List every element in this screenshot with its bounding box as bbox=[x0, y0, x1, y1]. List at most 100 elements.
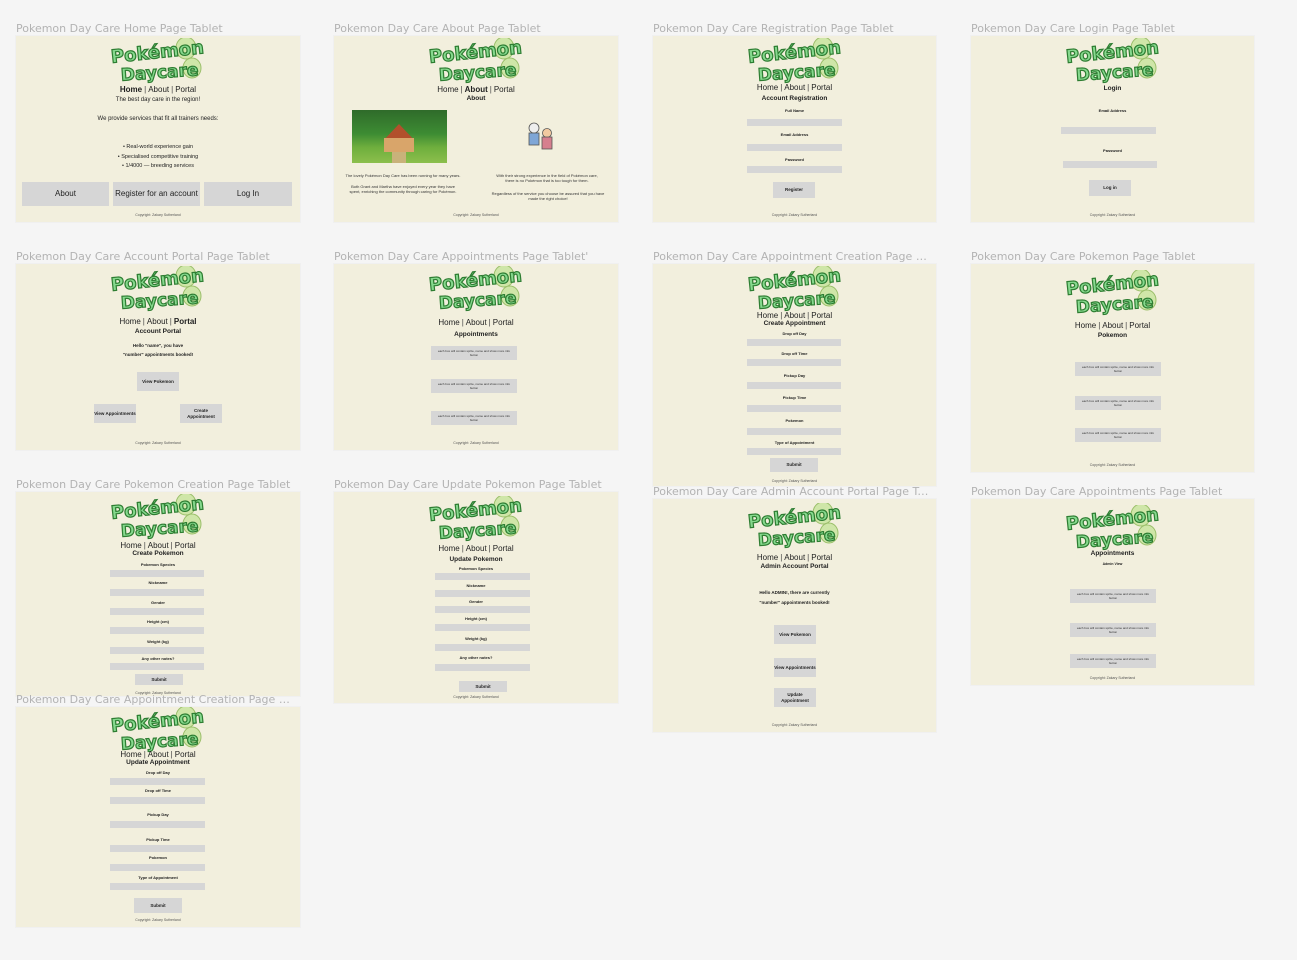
appointment-card[interactable]: each box will contain sprite, name and s… bbox=[1070, 654, 1156, 668]
weight-field[interactable] bbox=[110, 647, 204, 654]
nav-about[interactable]: About bbox=[148, 85, 169, 94]
pickup-day-field[interactable] bbox=[747, 382, 841, 389]
frame-title-registration: Pokemon Day Care Registration Page Table… bbox=[653, 22, 894, 35]
view-pokemon-button[interactable]: View Pokemon bbox=[137, 372, 179, 391]
appointment-card[interactable]: each box will contain sprite, name and s… bbox=[431, 379, 517, 393]
appointment-card[interactable]: each box will contain sprite, name and s… bbox=[431, 346, 517, 360]
about-button[interactable]: About bbox=[22, 182, 109, 206]
nav-sep: | bbox=[460, 85, 463, 94]
nav-about[interactable]: About bbox=[147, 317, 168, 326]
nav-about[interactable]: About bbox=[465, 85, 488, 94]
appointment-card[interactable]: each box will contain sprite, name and s… bbox=[1070, 623, 1156, 637]
nickname-field[interactable] bbox=[435, 590, 530, 597]
nav-portal[interactable]: Portal bbox=[493, 318, 514, 327]
nav-about[interactable]: About bbox=[784, 553, 805, 562]
dropoff-day-field[interactable] bbox=[110, 778, 205, 785]
nav-home[interactable]: Home bbox=[119, 317, 140, 326]
height-field[interactable] bbox=[110, 627, 204, 634]
appointment-card[interactable]: each box will contain sprite, name and s… bbox=[431, 411, 517, 425]
page-title: Account Registration bbox=[761, 95, 828, 102]
nav-portal[interactable]: Portal bbox=[175, 85, 196, 94]
password-field[interactable] bbox=[747, 166, 842, 173]
appointment-type-field[interactable] bbox=[110, 883, 205, 890]
nav-portal[interactable]: Portal bbox=[175, 541, 196, 550]
species-field[interactable] bbox=[435, 573, 530, 580]
nav-home[interactable]: Home bbox=[1075, 321, 1096, 330]
nav-home[interactable]: Home bbox=[757, 311, 778, 320]
submit-button[interactable]: Submit bbox=[459, 681, 507, 692]
nav-home[interactable]: Home bbox=[757, 83, 778, 92]
trainers-sprite-image bbox=[528, 122, 553, 150]
gender-field[interactable] bbox=[110, 608, 204, 615]
pickup-time-field[interactable] bbox=[747, 405, 841, 412]
notes-field[interactable] bbox=[110, 663, 204, 670]
nav-home[interactable]: Home bbox=[437, 85, 458, 94]
view-appointments-button[interactable]: View Appointments bbox=[94, 404, 136, 423]
nav-portal[interactable]: Portal bbox=[811, 311, 832, 320]
nav-portal[interactable]: Portal bbox=[1129, 321, 1150, 330]
notes-field[interactable] bbox=[435, 664, 530, 671]
dropoff-time-field[interactable] bbox=[747, 359, 841, 366]
nav-about[interactable]: About bbox=[466, 318, 487, 327]
login-button[interactable]: Log In bbox=[204, 182, 292, 206]
nav-portal[interactable]: Portal bbox=[811, 553, 832, 562]
gender-field[interactable] bbox=[435, 606, 530, 613]
submit-button[interactable]: Submit bbox=[134, 898, 182, 913]
field-label: Weight (kg) bbox=[147, 639, 169, 644]
nav-portal[interactable]: Portal bbox=[175, 750, 196, 759]
nav-about[interactable]: About bbox=[148, 541, 169, 550]
nav-home[interactable]: Home bbox=[120, 85, 142, 94]
register-button[interactable]: Register for an account bbox=[113, 182, 200, 206]
nav-about[interactable]: About bbox=[1102, 321, 1123, 330]
submit-button[interactable]: Submit bbox=[135, 674, 183, 685]
nav-about[interactable]: About bbox=[784, 83, 805, 92]
email-field[interactable] bbox=[747, 144, 842, 151]
create-appointment-button[interactable]: Create Appointment bbox=[180, 404, 222, 423]
pokemon-daycare-logo: Pokémon Daycare bbox=[109, 707, 205, 753]
about-text-left-1: The lovely Pokémon Day Care has been run… bbox=[345, 173, 461, 178]
field-label: Pickup Day bbox=[147, 812, 169, 817]
frame-about: Pokémon Daycare Home | About | Portal About … bbox=[334, 36, 618, 222]
weight-field[interactable] bbox=[435, 644, 530, 651]
pokemon-field[interactable] bbox=[110, 864, 205, 871]
update-appointment-button[interactable]: Update Appointment bbox=[774, 688, 816, 707]
view-pokemon-button[interactable]: View Pokemon bbox=[774, 625, 816, 644]
nav-portal[interactable]: Portal bbox=[811, 83, 832, 92]
pokemon-card[interactable]: each box will contain sprite, name and s… bbox=[1075, 428, 1161, 442]
nav-portal[interactable]: Portal bbox=[494, 85, 515, 94]
nav-home[interactable]: Home bbox=[438, 544, 459, 553]
nav-home[interactable]: Home bbox=[757, 553, 778, 562]
nav-portal[interactable]: Portal bbox=[174, 317, 197, 326]
view-appointments-button[interactable]: View Appointments bbox=[774, 658, 816, 677]
dropoff-time-field[interactable] bbox=[110, 797, 205, 804]
page-title: Pokemon bbox=[1097, 332, 1128, 339]
pokemon-field[interactable] bbox=[747, 428, 841, 435]
nav-home[interactable]: Home bbox=[438, 318, 459, 327]
pickup-time-field[interactable] bbox=[110, 845, 205, 852]
species-field[interactable] bbox=[110, 570, 204, 577]
register-button[interactable]: Register bbox=[773, 182, 815, 198]
nav-home[interactable]: Home bbox=[120, 541, 141, 550]
page-subtitle: Admin View bbox=[1102, 562, 1123, 566]
password-field[interactable] bbox=[1063, 161, 1157, 168]
appointment-type-field[interactable] bbox=[747, 448, 841, 455]
nav-about[interactable]: About bbox=[148, 750, 169, 759]
submit-button[interactable]: Submit bbox=[770, 458, 818, 472]
nav-about[interactable]: About bbox=[784, 311, 805, 320]
frame-appointments: Pokémon Daycare Home | About | Portal Appoin… bbox=[334, 264, 618, 450]
pokemon-card[interactable]: each box will contain sprite, name and s… bbox=[1075, 362, 1161, 376]
pickup-day-field[interactable] bbox=[110, 821, 205, 828]
nav-portal[interactable]: Portal bbox=[493, 544, 514, 553]
nav-home[interactable]: Home bbox=[120, 750, 141, 759]
pokemon-card[interactable]: each box will contain sprite, name and s… bbox=[1075, 396, 1161, 410]
email-field[interactable] bbox=[1061, 127, 1156, 134]
dropoff-day-field[interactable] bbox=[747, 339, 841, 346]
frame-title-pokemon: Pokemon Day Care Pokemon Page Tablet bbox=[971, 250, 1196, 263]
height-field[interactable] bbox=[435, 624, 530, 631]
nickname-field[interactable] bbox=[110, 589, 204, 596]
full-name-field[interactable] bbox=[747, 119, 842, 126]
login-button[interactable]: Log in bbox=[1089, 180, 1131, 196]
pokemon-daycare-logo: Pokémon Daycare bbox=[1064, 38, 1160, 84]
nav-about[interactable]: About bbox=[466, 544, 487, 553]
appointment-card[interactable]: each box will contain sprite, name and s… bbox=[1070, 589, 1156, 603]
